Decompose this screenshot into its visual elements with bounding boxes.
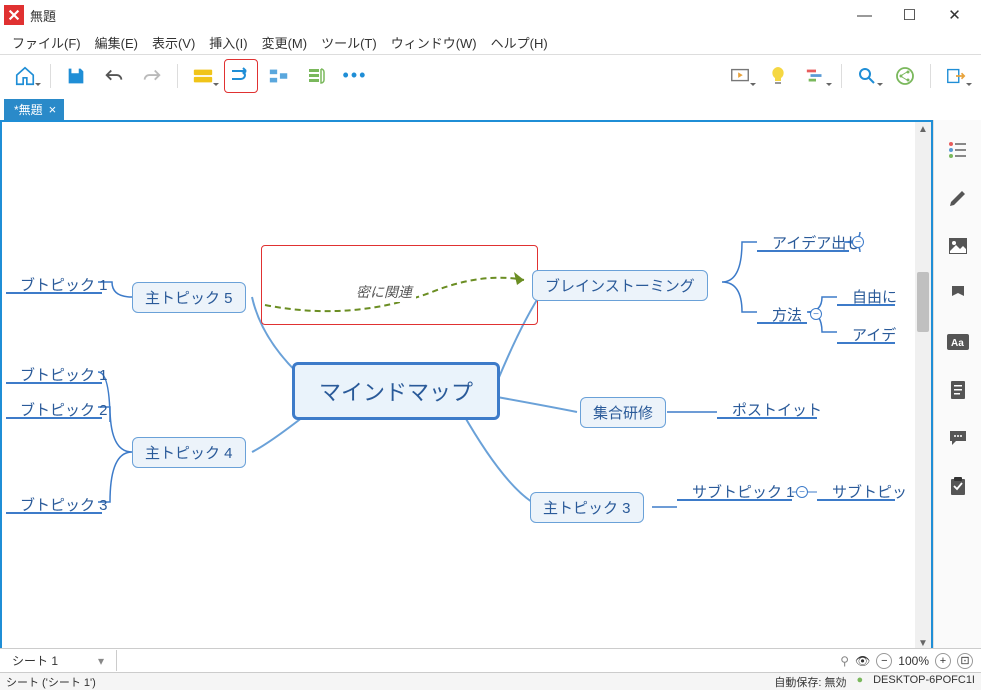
zoom-in-button[interactable]: + — [935, 653, 951, 669]
more-button[interactable]: ••• — [338, 59, 372, 93]
notes-icon[interactable] — [946, 378, 970, 402]
file-tab-active[interactable]: *無題 × — [4, 99, 64, 120]
image-icon[interactable] — [946, 234, 970, 258]
format-icon[interactable] — [946, 186, 970, 210]
filter-icon[interactable]: ⚲ — [840, 654, 849, 668]
main-topic-group-training[interactable]: 集合研修 — [580, 397, 666, 428]
window-title: 無題 — [30, 6, 842, 25]
sheetbar: シート 1 ▾ ⚲ 👁 − 100% + ⊡ — [0, 648, 981, 672]
right-panel: Aa — [933, 120, 981, 668]
statusbar: シート ('シート 1') 自動保存: 無効 ● DESKTOP-6POFC1I — [0, 672, 981, 690]
subtopic-1[interactable]: サブトピック 1 — [680, 477, 807, 506]
home-button[interactable] — [8, 59, 42, 93]
collapse-method[interactable]: − — [810, 308, 822, 320]
subtopic-partial[interactable]: サブトピッ — [820, 477, 919, 506]
zoom-fit-button[interactable]: ⊡ — [957, 653, 973, 669]
task-icon[interactable] — [946, 474, 970, 498]
menu-modify[interactable]: 変更(M) — [256, 31, 314, 54]
collapse-idea-out[interactable]: − — [852, 236, 864, 248]
search-button[interactable] — [850, 59, 884, 93]
zoom-level: 100% — [898, 654, 929, 668]
sheet-dropdown-icon[interactable]: ▾ — [98, 654, 104, 668]
relationship-button[interactable] — [224, 59, 258, 93]
menu-help[interactable]: ヘルプ(H) — [485, 31, 554, 54]
status-sheet-info: シート ('シート 1') — [6, 674, 96, 690]
menu-view[interactable]: 表示(V) — [146, 31, 201, 54]
relationship-label[interactable]: 密に関連 — [352, 282, 416, 302]
status-autosave: 自動保存: 無効 — [774, 674, 846, 690]
canvas[interactable]: 密に関連 マインドマップ 主トピック 5 主トピック 4 ブレインストーミング … — [0, 120, 933, 668]
titlebar: 無題 — ☐ ✕ — [0, 0, 981, 30]
file-tab-close[interactable]: × — [49, 102, 57, 117]
comments-icon[interactable] — [946, 426, 970, 450]
topic-button[interactable] — [186, 59, 220, 93]
vertical-scrollbar[interactable]: ▲ ▼ — [915, 122, 931, 650]
share-button[interactable] — [888, 59, 922, 93]
presentation-button[interactable] — [723, 59, 757, 93]
outline-icon[interactable] — [946, 138, 970, 162]
collapse-subtopic1[interactable]: − — [796, 486, 808, 498]
menu-window[interactable]: ウィンドウ(W) — [385, 31, 483, 54]
idea-button[interactable] — [761, 59, 795, 93]
subtopic-b2[interactable]: ブトピック 2 — [8, 395, 120, 424]
text-icon[interactable]: Aa — [946, 330, 970, 354]
subtopic-method[interactable]: 方法 — [760, 300, 814, 329]
subtopic-b1a[interactable]: ブトピック 1 — [8, 270, 120, 299]
main-topic-5[interactable]: 主トピック 5 — [132, 282, 246, 313]
svg-text:Aa: Aa — [951, 338, 964, 349]
marker-icon[interactable] — [946, 282, 970, 306]
file-tab-label: *無題 — [14, 101, 43, 118]
subtopic-idea-partial[interactable]: アイデ — [840, 320, 908, 349]
central-topic[interactable]: マインドマップ — [292, 362, 500, 420]
menu-file[interactable]: ファイル(F) — [6, 31, 87, 54]
subtopic-b1b[interactable]: ブトピック 1 — [8, 360, 120, 389]
toolbar: ••• — [0, 54, 981, 96]
subtopic-b3[interactable]: ブトピック 3 — [8, 490, 120, 519]
file-tabbar: *無題 × — [0, 96, 981, 120]
boundary-button[interactable] — [262, 59, 296, 93]
maximize-button[interactable]: ☐ — [887, 1, 932, 29]
main-topic-3[interactable]: 主トピック 3 — [530, 492, 644, 523]
zoom-out-button[interactable]: − — [876, 653, 892, 669]
menu-edit[interactable]: 編集(E) — [89, 31, 144, 54]
summary-button[interactable] — [300, 59, 334, 93]
redo-button[interactable] — [135, 59, 169, 93]
visibility-icon[interactable]: 👁 — [855, 654, 870, 668]
app-icon — [4, 5, 24, 25]
close-window-button[interactable]: ✕ — [932, 1, 977, 29]
menu-insert[interactable]: 挿入(I) — [203, 31, 253, 54]
subtopic-postit[interactable]: ポストイット — [720, 395, 834, 424]
undo-button[interactable] — [97, 59, 131, 93]
minimize-button[interactable]: — — [842, 1, 887, 29]
menubar: ファイル(F) 編集(E) 表示(V) 挿入(I) 変更(M) ツール(T) ウ… — [0, 30, 981, 54]
save-button[interactable] — [59, 59, 93, 93]
main-topic-4[interactable]: 主トピック 4 — [132, 437, 246, 468]
gantt-button[interactable] — [799, 59, 833, 93]
main-topic-brainstorm[interactable]: ブレインストーミング — [532, 270, 708, 301]
sheet-tab[interactable]: シート 1 ▾ — [0, 650, 117, 671]
sheet-name: シート 1 — [12, 652, 58, 669]
status-desktop: DESKTOP-6POFC1I — [873, 674, 975, 690]
menu-tools[interactable]: ツール(T) — [315, 31, 383, 54]
export-button[interactable] — [939, 59, 973, 93]
subtopic-freely[interactable]: 自由に — [840, 282, 909, 311]
